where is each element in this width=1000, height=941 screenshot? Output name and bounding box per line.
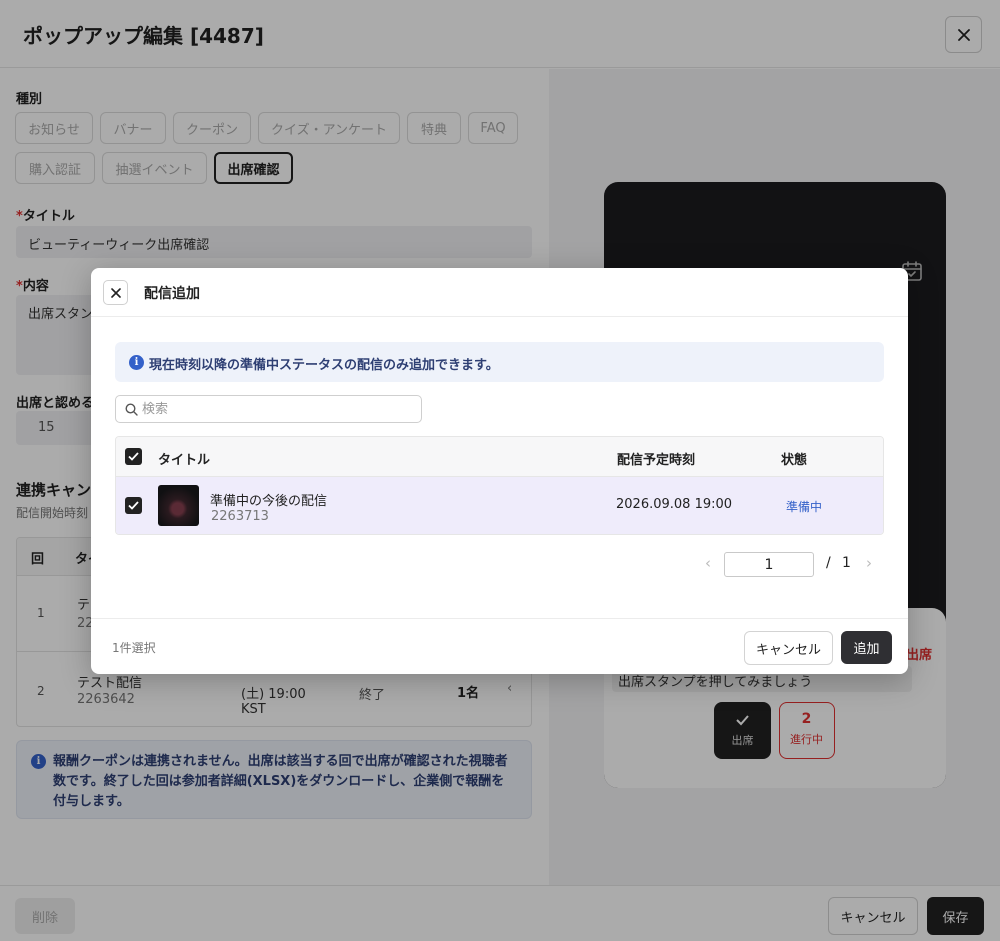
pager-separator: / (826, 555, 831, 571)
modal-header: 配信追加 (91, 268, 908, 317)
broadcast-thumbnail (158, 485, 199, 526)
selected-count: 1件選択 (112, 641, 156, 655)
row-checkbox[interactable] (125, 497, 142, 514)
broadcast-scheduled: 2026.09.08 19:00 (616, 497, 733, 512)
close-icon (110, 287, 121, 298)
col-scheduled-header: 配信予定時刻 (617, 453, 696, 468)
search-box (115, 395, 422, 423)
modal-close-button[interactable] (103, 280, 128, 305)
pager-prev-icon[interactable]: ‹ (705, 554, 711, 572)
table-row[interactable]: 準備中の今後の配信 2263713 2026.09.08 19:00 準備中 (116, 477, 883, 534)
pager-total: 1 (842, 555, 851, 571)
broadcast-table-header: タイトル 配信予定時刻 状態 (116, 437, 883, 477)
pager-current-input[interactable] (724, 552, 814, 577)
broadcast-id: 2263713 (211, 509, 269, 524)
broadcast-table: タイトル 配信予定時刻 状態 準備中の今後の配信 2263713 2026.09… (115, 436, 884, 535)
modal-info-banner: i 現在時刻以降の準備中ステータスの配信のみ追加できます。 (115, 342, 884, 382)
col-title-header: タイトル (158, 453, 211, 468)
broadcast-status: 準備中 (786, 500, 823, 514)
modal-info-text: 現在時刻以降の準備中ステータスの配信のみ追加できます。 (149, 358, 499, 373)
modal-cancel-button[interactable]: キャンセル (744, 631, 833, 665)
check-icon (128, 452, 139, 461)
broadcast-title: 準備中の今後の配信 (210, 494, 328, 509)
modal-footer: 1件選択 キャンセル 追加 (91, 618, 908, 674)
search-icon (125, 403, 138, 416)
add-broadcast-modal: 配信追加 i 現在時刻以降の準備中ステータスの配信のみ追加できます。 タイトル … (91, 268, 908, 674)
modal-title: 配信追加 (144, 286, 200, 302)
search-input[interactable] (142, 399, 412, 419)
select-all-checkbox[interactable] (125, 448, 142, 465)
pager-next-icon[interactable]: › (866, 554, 872, 572)
info-icon: i (129, 355, 144, 370)
check-icon (128, 501, 139, 510)
modal-add-button[interactable]: 追加 (841, 631, 892, 664)
col-status-header: 状態 (781, 453, 808, 468)
